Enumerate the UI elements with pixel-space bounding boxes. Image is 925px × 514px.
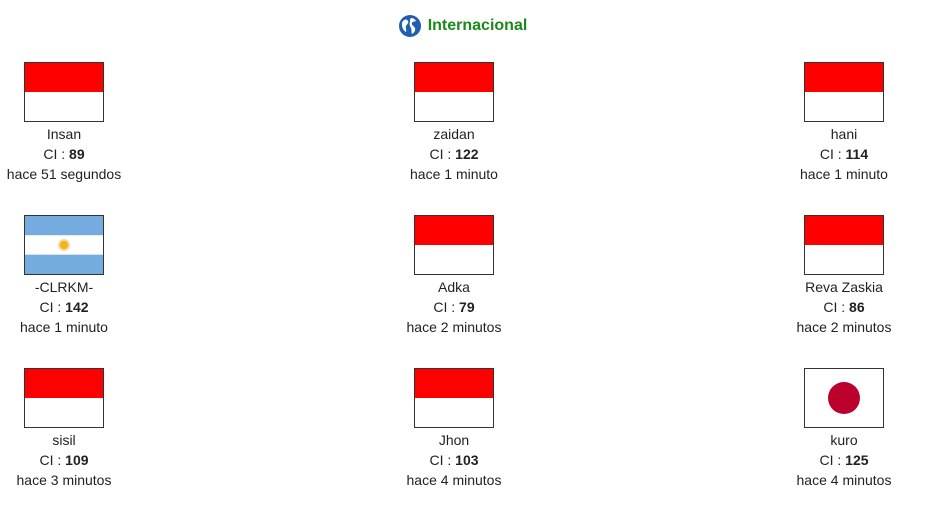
player-name: kuro [830, 432, 858, 448]
player-name: Insan [46, 126, 82, 142]
ci-label: CI : [43, 146, 70, 162]
indonesia-flag-icon [414, 62, 494, 122]
indonesia-flag-icon [414, 215, 494, 275]
player-card: Jhon CI : 103 hace 4 minutos [374, 368, 534, 490]
ci-value: 142 [65, 299, 89, 315]
argentina-flag-icon [24, 215, 104, 275]
ci-value: 79 [459, 299, 475, 315]
player-card: zaidan CI : 122 hace 1 minuto [374, 62, 534, 184]
player-card: -CLRKM- CI : 142 hace 1 minuto [0, 215, 144, 337]
player-card: kuro CI : 125 hace 4 minutos [764, 368, 924, 490]
player-card: Insan CI : 89 hace 51 segundos [0, 62, 144, 184]
ci-label: CI : [429, 452, 456, 468]
player-card: sisil CI : 109 hace 3 minutos [0, 368, 144, 490]
ci-value: 114 [845, 146, 869, 162]
indonesia-flag-icon [414, 368, 494, 428]
player-ci: CI : 86 [764, 297, 924, 317]
last-seen-time: hace 2 minutos [406, 319, 502, 335]
ci-label: CI : [819, 146, 846, 162]
player-name: sisil [52, 432, 76, 448]
last-seen-time: hace 51 segundos [6, 166, 122, 182]
last-seen-time: hace 1 minuto [800, 166, 888, 182]
ci-label: CI : [39, 299, 66, 315]
section-title: Internacional [427, 17, 528, 34]
ci-value: 89 [69, 146, 85, 162]
ci-value: 86 [849, 299, 865, 315]
player-ci: CI : 89 [0, 144, 144, 164]
international-panel: Internacional Insan CI : 89 hace 51 segund… [0, 0, 925, 514]
ci-label: CI : [823, 299, 850, 315]
last-seen-time: hace 3 minutos [16, 472, 112, 488]
player-name: zaidan [433, 126, 475, 142]
last-seen-time: hace 1 minuto [20, 319, 108, 335]
last-seen-time: hace 1 minuto [410, 166, 498, 182]
ci-label: CI : [819, 452, 846, 468]
player-name: Adka [438, 279, 470, 295]
ci-value: 125 [845, 452, 869, 468]
ci-value: 122 [455, 146, 479, 162]
player-ci: CI : 103 [374, 450, 534, 470]
ci-value: 109 [65, 452, 89, 468]
player-ci: CI : 142 [0, 297, 144, 317]
ci-label: CI : [433, 299, 460, 315]
player-ci: CI : 109 [0, 450, 144, 470]
player-name: Reva Zaskia [805, 279, 883, 295]
player-ci: CI : 125 [764, 450, 924, 470]
player-ci: CI : 114 [764, 144, 924, 164]
indonesia-flag-icon [804, 215, 884, 275]
player-card: Reva Zaskia CI : 86 hace 2 minutos [764, 215, 924, 337]
ci-label: CI : [429, 146, 456, 162]
globe-icon [398, 15, 421, 37]
indonesia-flag-icon [804, 62, 884, 122]
indonesia-flag-icon [24, 62, 104, 122]
last-seen-time: hace 4 minutos [796, 472, 892, 488]
japan-flag-icon [804, 368, 884, 428]
ci-label: CI : [39, 452, 66, 468]
player-name: -CLRKM- [34, 279, 94, 295]
last-seen-time: hace 2 minutos [796, 319, 892, 335]
last-seen-time: hace 4 minutos [406, 472, 502, 488]
player-name: hani [830, 126, 858, 142]
player-name: Jhon [438, 432, 470, 448]
player-card: Adka CI : 79 hace 2 minutos [374, 215, 534, 337]
indonesia-flag-icon [24, 368, 104, 428]
ci-value: 103 [455, 452, 479, 468]
player-card: hani CI : 114 hace 1 minuto [764, 62, 924, 184]
section-header: Internacional [0, 14, 925, 38]
player-ci: CI : 122 [374, 144, 534, 164]
player-ci: CI : 79 [374, 297, 534, 317]
